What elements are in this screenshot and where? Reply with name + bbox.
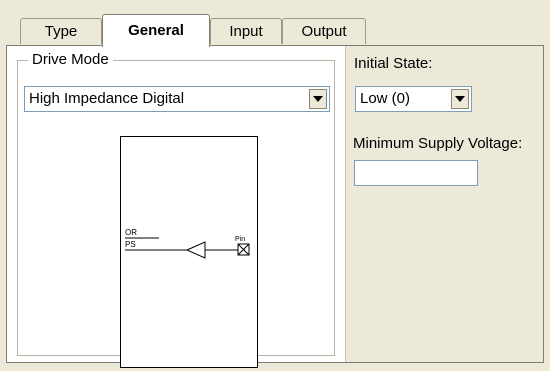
initial-state-label: Initial State:	[354, 55, 433, 72]
tab-general-label: General	[128, 22, 184, 39]
drive-mode-diagram: OR PS Pin	[120, 136, 258, 368]
general-tab-panel: Drive Mode High Impedance Digital OR PS …	[6, 45, 544, 368]
pin-label: Pin	[235, 236, 245, 243]
initial-state-select[interactable]: Low (0)	[355, 86, 472, 112]
settings-area: Initial State: Low (0) Minimum Supply Vo…	[346, 46, 543, 362]
tab-general[interactable]: General	[102, 14, 210, 47]
tab-type[interactable]: Type	[20, 18, 102, 44]
tab-output-label: Output	[301, 23, 347, 40]
initial-state-value: Low (0)	[360, 90, 411, 107]
drive-mode-value: High Impedance Digital	[29, 90, 185, 107]
min-supply-voltage-label: Minimum Supply Voltage:	[353, 135, 523, 152]
tab-strip: Type General Input Output	[6, 14, 546, 47]
pin-schematic-icon: OR PS Pin	[125, 228, 250, 259]
tab-input[interactable]: Input	[210, 18, 282, 44]
drive-mode-groupbox: Drive Mode High Impedance Digital OR PS …	[17, 51, 335, 368]
tab-type-label: Type	[44, 23, 78, 40]
signal-or-label: OR	[125, 228, 137, 237]
min-supply-voltage-field[interactable]	[354, 160, 478, 186]
drive-mode-select[interactable]: High Impedance Digital	[24, 86, 330, 112]
signal-ps-label: PS	[125, 240, 136, 249]
drive-mode-area: Drive Mode High Impedance Digital OR PS …	[7, 46, 346, 368]
tab-input-label: Input	[229, 23, 263, 40]
tab-output[interactable]: Output	[282, 18, 366, 44]
drive-mode-label: Drive Mode	[28, 51, 113, 68]
chevron-down-icon[interactable]	[309, 89, 327, 109]
chevron-down-icon[interactable]	[451, 89, 469, 109]
